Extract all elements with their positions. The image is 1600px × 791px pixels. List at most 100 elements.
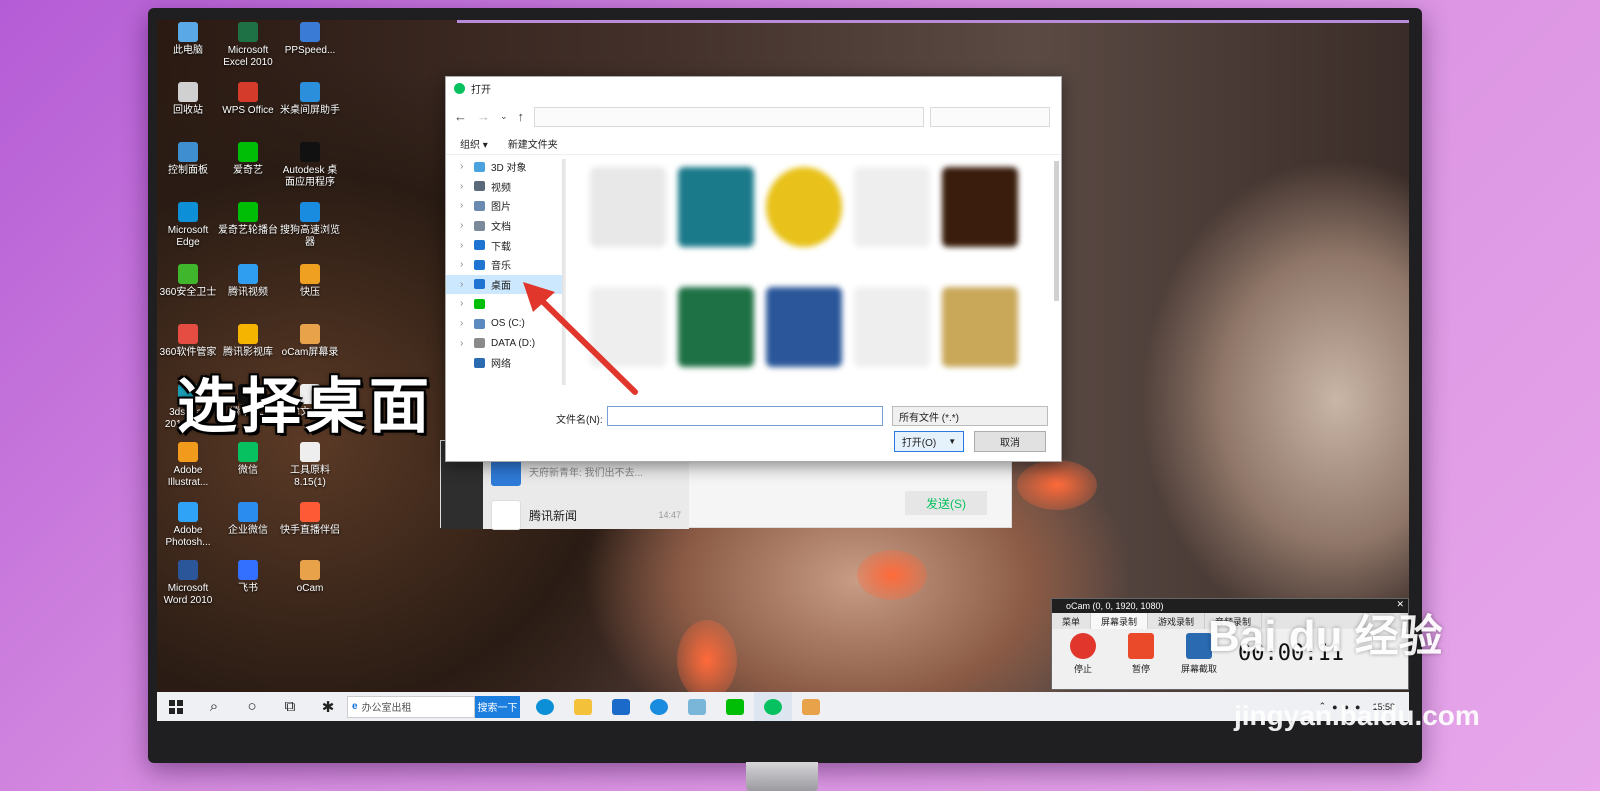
- ocam-tab[interactable]: 屏幕录制: [1091, 613, 1149, 629]
- files-scrollbar[interactable]: [1054, 161, 1059, 301]
- desktop-icon[interactable]: 飞书: [217, 560, 279, 595]
- pause-button[interactable]: 暂停: [1116, 633, 1166, 675]
- up-arrow-icon[interactable]: ↑: [518, 109, 525, 124]
- open-button[interactable]: 打开(O) ▼: [894, 431, 964, 452]
- chevron-right-icon[interactable]: ›: [460, 298, 468, 309]
- app-icon: [238, 22, 258, 42]
- app-icon: [238, 142, 258, 162]
- file-thumb[interactable]: [854, 167, 930, 247]
- desktop-icon[interactable]: 360安全卫士: [157, 264, 219, 299]
- search-box[interactable]: [930, 107, 1050, 127]
- file-thumb[interactable]: [766, 287, 842, 367]
- ocam-tab[interactable]: 游戏录制: [1148, 613, 1206, 629]
- file-thumb[interactable]: [854, 287, 930, 367]
- file-thumb[interactable]: [678, 167, 754, 247]
- cortana-icon[interactable]: ○: [233, 692, 271, 721]
- chevron-right-icon[interactable]: ›: [460, 181, 468, 192]
- desktop-icon-label: 飞书: [238, 583, 258, 594]
- desktop-icon-label: 腾讯视频: [228, 287, 268, 298]
- search-go-button[interactable]: 搜索一下: [475, 695, 520, 718]
- app-icon: [300, 22, 320, 42]
- taskbar-sogou[interactable]: [640, 692, 678, 721]
- start-button[interactable]: [157, 692, 195, 721]
- desktop-icon[interactable]: WPS Office: [217, 82, 279, 117]
- cancel-button[interactable]: 取消: [974, 431, 1046, 452]
- tree-item[interactable]: › 音乐: [446, 255, 562, 275]
- desktop-icon[interactable]: oCam: [279, 560, 341, 595]
- chat-list-item[interactable]: 腾讯新闻 14:47: [483, 493, 689, 537]
- chevron-right-icon[interactable]: ›: [460, 318, 468, 329]
- tree-item[interactable]: › 图片: [446, 196, 562, 216]
- desktop-icon[interactable]: 控制面板: [157, 142, 219, 177]
- desktop-icon[interactable]: 腾讯影视库: [217, 324, 279, 359]
- search-icon[interactable]: ⌕: [195, 692, 233, 721]
- chevron-right-icon[interactable]: ›: [460, 240, 468, 251]
- desktop-icon[interactable]: 快压: [279, 264, 341, 299]
- task-view-icon[interactable]: ⧉: [271, 692, 309, 721]
- send-button[interactable]: 发送(S): [905, 491, 987, 515]
- file-thumb[interactable]: [590, 167, 666, 247]
- desktop-icon[interactable]: Microsoft Excel 2010: [217, 22, 279, 69]
- browser-search-input[interactable]: e 办公室出租: [347, 695, 475, 718]
- forward-arrow-icon[interactable]: →: [477, 109, 490, 124]
- filetype-select[interactable]: 所有文件 (*.*): [892, 406, 1048, 426]
- address-bar[interactable]: [534, 107, 924, 127]
- desktop-icon[interactable]: 搜狗高速浏览器: [279, 202, 341, 249]
- chevron-right-icon[interactable]: ›: [460, 200, 468, 211]
- desktop-icon[interactable]: Autodesk 桌面应用程序: [279, 142, 341, 189]
- taskbar-wechat[interactable]: [754, 692, 792, 721]
- dropdown-arrow-icon[interactable]: ▼: [948, 437, 956, 446]
- file-thumb[interactable]: [766, 167, 842, 247]
- chevron-right-icon[interactable]: ›: [460, 161, 468, 172]
- widget-icon[interactable]: ✱: [309, 692, 347, 721]
- ocam-tab[interactable]: 菜单: [1052, 613, 1092, 629]
- light-glow: [677, 620, 737, 700]
- file-thumb[interactable]: [942, 287, 1018, 367]
- desktop-icon[interactable]: Microsoft Edge: [157, 202, 219, 249]
- desktop-icon[interactable]: 微信: [217, 442, 279, 477]
- file-thumb[interactable]: [678, 287, 754, 367]
- desktop-icon[interactable]: 快手直播伴侣: [279, 502, 341, 537]
- desktop-icon[interactable]: 腾讯视频: [217, 264, 279, 299]
- desktop-icon[interactable]: oCam屏幕录: [279, 324, 341, 359]
- taskbar-iqiyi[interactable]: [716, 692, 754, 721]
- file-thumb[interactable]: [942, 167, 1018, 247]
- desktop-icon[interactable]: PPSpeed...: [279, 22, 341, 57]
- sogou-icon: [650, 698, 668, 715]
- app-icon: [300, 264, 320, 284]
- chevron-down-icon[interactable]: ⌄: [500, 111, 508, 122]
- desktop-icon[interactable]: 爱奇艺: [217, 142, 279, 177]
- chevron-right-icon[interactable]: ›: [460, 279, 468, 290]
- app-icon: [300, 560, 320, 580]
- taskbar-mail[interactable]: [602, 692, 640, 721]
- desktop-icon[interactable]: 回收站: [157, 82, 219, 117]
- desktop-icon[interactable]: 米桌间屏助手: [279, 82, 341, 117]
- tree-item[interactable]: › 下载: [446, 235, 562, 255]
- chevron-right-icon[interactable]: ›: [460, 338, 468, 349]
- chevron-right-icon[interactable]: ›: [460, 259, 468, 270]
- taskbar-ocam[interactable]: [792, 692, 830, 721]
- desktop-icon[interactable]: Adobe Photosh...: [157, 502, 219, 549]
- tree-item[interactable]: › 3D 对象: [446, 157, 562, 177]
- desktop-icon[interactable]: Adobe Illustrat...: [157, 442, 219, 489]
- desktop-icon[interactable]: 企业微信: [217, 502, 279, 537]
- screen-edge-light: [457, 20, 1409, 23]
- back-arrow-icon[interactable]: ←: [454, 109, 467, 124]
- desktop-icon[interactable]: 爱奇艺轮播台: [217, 202, 279, 237]
- taskbar-edge[interactable]: [526, 692, 564, 721]
- filename-input[interactable]: [607, 406, 883, 426]
- tree-item[interactable]: › 文档: [446, 216, 562, 236]
- organize-button[interactable]: 组织 ▾: [460, 136, 488, 151]
- tree-item[interactable]: › 视频: [446, 177, 562, 197]
- taskbar-app[interactable]: [678, 692, 716, 721]
- stop-button[interactable]: 停止: [1058, 633, 1108, 675]
- chevron-right-icon[interactable]: ›: [460, 220, 468, 231]
- desktop-icon-label: oCam: [296, 583, 324, 594]
- desktop-icon[interactable]: 工具原料 8.15(1): [279, 442, 341, 489]
- ocam-icon: [802, 698, 820, 715]
- desktop-icon[interactable]: 360软件管家: [157, 324, 219, 359]
- desktop-icon[interactable]: Microsoft Word 2010: [157, 560, 219, 607]
- desktop-icon[interactable]: 此电脑: [157, 22, 219, 57]
- taskbar-explorer[interactable]: [564, 692, 602, 721]
- new-folder-button[interactable]: 新建文件夹: [508, 136, 558, 151]
